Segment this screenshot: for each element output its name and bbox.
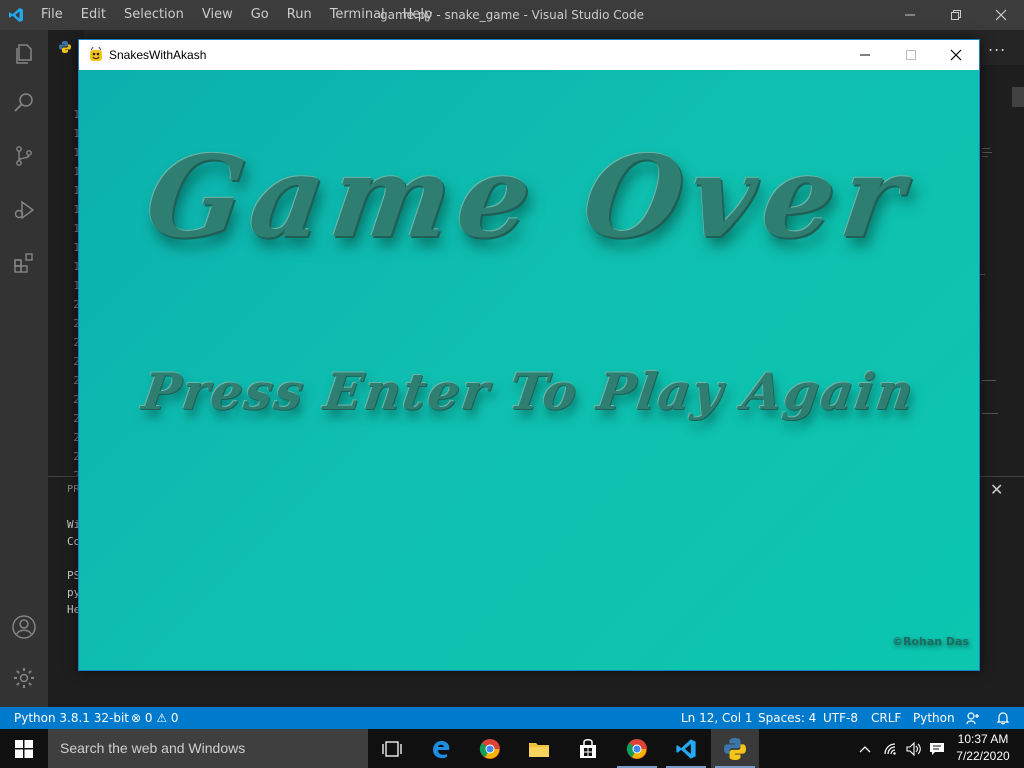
game-window: SnakesWithAkash Game Over Press Enter To… bbox=[78, 39, 980, 671]
settings-gear-icon[interactable] bbox=[0, 654, 48, 702]
menu-terminal[interactable]: Terminal bbox=[321, 0, 394, 30]
activity-bar bbox=[0, 30, 48, 707]
minimap[interactable] bbox=[980, 108, 1010, 468]
author-credit: ©Rohan Das bbox=[891, 635, 969, 648]
account-icon[interactable] bbox=[0, 603, 48, 651]
menu-help[interactable]: Help bbox=[394, 0, 442, 30]
taskbar-search-box[interactable]: Search the web and Windows bbox=[48, 729, 368, 768]
task-view-icon[interactable] bbox=[368, 729, 416, 768]
file-explorer-icon[interactable] bbox=[515, 729, 563, 768]
explorer-icon[interactable] bbox=[0, 30, 48, 78]
menu-go[interactable]: Go bbox=[242, 0, 278, 30]
game-window-title: SnakesWithAkash bbox=[109, 48, 207, 62]
problems-count[interactable]: ⊗ 0 ⚠ 0 bbox=[131, 707, 179, 729]
menu-view[interactable]: View bbox=[193, 0, 242, 30]
more-actions-button[interactable]: ... bbox=[988, 36, 1006, 55]
vscode-taskbar-icon[interactable] bbox=[662, 729, 710, 768]
status-bar: Python 3.8.1 32-bit ⊗ 0 ⚠ 0 Ln 12, Col 1… bbox=[0, 707, 1024, 729]
end-of-line[interactable]: CRLF bbox=[871, 707, 901, 729]
editor-scrollbar[interactable] bbox=[1012, 87, 1024, 107]
game-window-titlebar[interactable]: SnakesWithAkash bbox=[79, 40, 979, 70]
system-clock[interactable]: 10:37 AM 7/22/2020 bbox=[950, 731, 1016, 765]
menu-file[interactable]: File bbox=[32, 0, 72, 30]
game-over-heading: Game Over bbox=[138, 132, 920, 263]
windows-taskbar: Search the web and Windows 10:37 AM 7/22 bbox=[0, 729, 1024, 768]
panel-close-icon[interactable]: ✕ bbox=[990, 480, 1003, 499]
action-center-icon[interactable] bbox=[926, 729, 948, 768]
restore-button[interactable] bbox=[933, 0, 979, 30]
chrome-window-icon[interactable] bbox=[613, 729, 661, 768]
menu-selection[interactable]: Selection bbox=[115, 0, 193, 30]
vscode-titlebar: File Edit Selection View Go Run Terminal… bbox=[0, 0, 1024, 30]
chrome-icon[interactable] bbox=[466, 729, 514, 768]
game-minimize-button[interactable] bbox=[842, 40, 888, 70]
encoding[interactable]: UTF-8 bbox=[823, 707, 858, 729]
menu-run[interactable]: Run bbox=[278, 0, 321, 30]
game-maximize-button[interactable] bbox=[888, 40, 934, 70]
source-control-icon[interactable] bbox=[0, 132, 48, 180]
language-mode[interactable]: Python bbox=[913, 707, 955, 729]
run-debug-icon[interactable] bbox=[0, 186, 48, 234]
minimize-button[interactable] bbox=[887, 0, 933, 30]
close-button[interactable] bbox=[978, 0, 1024, 30]
volume-icon[interactable] bbox=[903, 729, 925, 768]
start-button[interactable] bbox=[0, 729, 48, 768]
indentation[interactable]: Spaces: 4 bbox=[758, 707, 816, 729]
clock-date: 7/22/2020 bbox=[956, 749, 1010, 763]
python-taskbar-icon[interactable] bbox=[711, 729, 759, 768]
cursor-position[interactable]: Ln 12, Col 1 bbox=[681, 707, 753, 729]
search-icon[interactable] bbox=[0, 78, 48, 126]
menu-bar: File Edit Selection View Go Run Terminal… bbox=[32, 0, 441, 30]
menu-edit[interactable]: Edit bbox=[72, 0, 115, 30]
game-canvas[interactable]: Game Over Press Enter To Play Again ©Roh… bbox=[79, 70, 979, 670]
extensions-icon[interactable] bbox=[0, 238, 48, 286]
clock-time: 10:37 AM bbox=[957, 732, 1009, 746]
store-icon[interactable] bbox=[564, 729, 612, 768]
edge-browser-icon[interactable] bbox=[417, 729, 465, 768]
pygame-snake-icon bbox=[88, 46, 104, 63]
python-interpreter[interactable]: Python 3.8.1 32-bit bbox=[14, 707, 129, 729]
show-hidden-icons-chevron-icon[interactable] bbox=[855, 729, 875, 768]
vscode-logo-icon[interactable] bbox=[0, 0, 32, 30]
play-again-prompt: Press Enter To Play Again bbox=[138, 362, 920, 421]
wifi-icon[interactable] bbox=[880, 729, 902, 768]
game-close-button[interactable] bbox=[933, 40, 979, 70]
